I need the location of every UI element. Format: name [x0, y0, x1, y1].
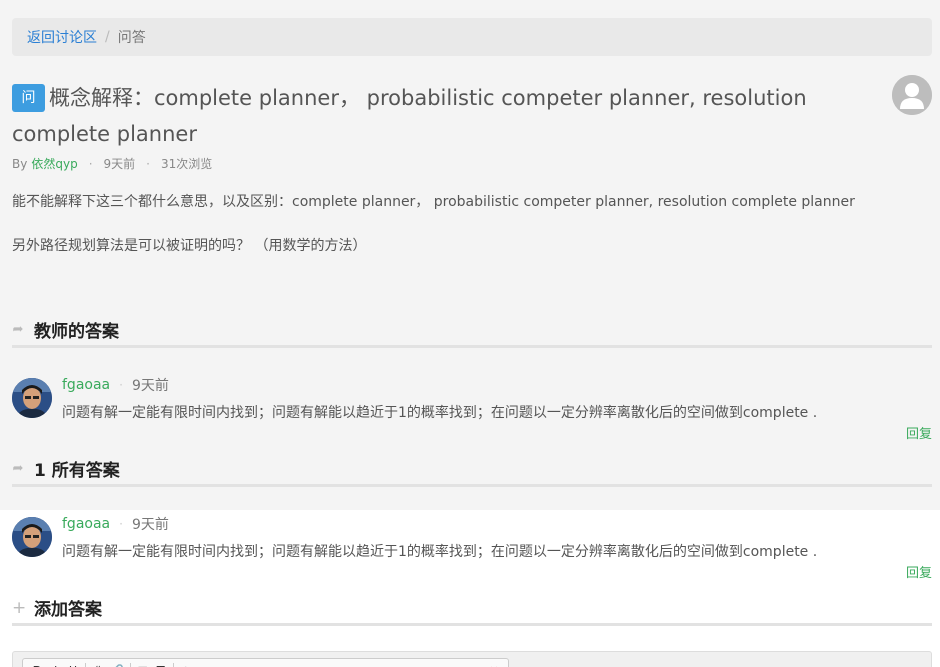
add-answer-header: + 添加答案 [12, 592, 932, 626]
teacher-answer: fgaoaa · 9天前 问题有解一定能有限时间内找到；问题有解能以趋近于1的概… [12, 374, 932, 454]
breadcrumb-current: 问答 [117, 30, 146, 46]
link-button[interactable]: 🔗 [110, 664, 124, 667]
question-time: 9天前 [103, 157, 136, 171]
user-photo-icon [12, 378, 52, 418]
toolbar-divider [85, 663, 86, 667]
answer-author-link[interactable]: fgaoaa [62, 377, 110, 393]
toolbar-divider [129, 663, 131, 667]
editor-toolbar: B I H ❝ 🔗 ▣ ☰ ◉ ✕ [22, 658, 509, 667]
section-title: 1 所有答案 [34, 461, 120, 481]
italic-button[interactable]: I [49, 664, 61, 667]
preview-button[interactable]: ◉ [180, 664, 192, 667]
answer-text: 问题有解一定能有限时间内找到；问题有解能以趋近于1的概率找到；在问题以一定分辨率… [62, 544, 818, 560]
answer-author-link[interactable]: fgaoaa [62, 516, 110, 532]
avatar[interactable] [12, 517, 52, 557]
reply-link[interactable]: 回复 [906, 562, 932, 581]
author-avatar[interactable] [892, 75, 932, 115]
meta-dot: · [146, 156, 150, 171]
question-title: 问概念解释：complete planner， probabilistic co… [12, 80, 872, 152]
user-photo-icon [12, 517, 52, 557]
answer-item: fgaoaa · 9天前 问题有解一定能有限时间内找到；问题有解能以趋近于1的概… [12, 513, 932, 593]
all-answers-header: ➦ 1 所有答案 [12, 453, 932, 487]
list-button[interactable]: ☰ [155, 664, 167, 667]
meta-dot: · [88, 156, 93, 171]
answer-time: 9天前 [131, 378, 169, 394]
question-page: 返回讨论区 / 问答 问概念解释：complete planner， proba… [0, 0, 940, 667]
answer-header: fgaoaa · 9天前 [62, 514, 169, 534]
question-title-text: 概念解释：complete planner， probabilistic com… [12, 86, 807, 146]
reply-link[interactable]: 回复 [906, 423, 932, 442]
default-user-icon [892, 75, 932, 115]
toolbar-divider [172, 663, 174, 667]
quote-button[interactable]: ❝ [92, 664, 104, 667]
question-meta: By 依然qyp · 9天前 · 31次浏览 [12, 155, 212, 172]
section-title: 添加答案 [34, 600, 102, 620]
section-title: 教师的答案 [34, 322, 119, 342]
breadcrumb-separator: / [105, 29, 110, 45]
by-label: By [12, 156, 28, 171]
answer-editor: B I H ❝ 🔗 ▣ ☰ ◉ ✕ [12, 651, 932, 667]
meta-dot: · [119, 517, 123, 531]
author-link[interactable]: 依然qyp [31, 155, 77, 172]
question-body: 能不能解释下这三个都什么意思，以及区别：complete planner， pr… [12, 191, 932, 279]
avatar[interactable] [12, 378, 52, 418]
back-to-forum-link[interactable]: 返回讨论区 [27, 27, 97, 47]
question-paragraph: 另外路径规划算法是可以被证明的吗？ （用数学的方法） [12, 238, 367, 254]
view-count: 31次浏览 [160, 157, 213, 171]
image-button[interactable]: ▣ [137, 664, 149, 667]
share-arrow-icon: ➦ [12, 322, 24, 337]
meta-dot: · [119, 378, 123, 392]
answer-header: fgaoaa · 9天前 [62, 375, 169, 395]
teacher-answer-header: ➦ 教师的答案 [12, 314, 932, 348]
answer-time: 9天前 [131, 517, 169, 533]
bold-button[interactable]: B [31, 664, 43, 667]
question-badge: 问 [12, 84, 45, 112]
share-arrow-icon: ➦ [12, 461, 24, 476]
close-icon[interactable]: ✕ [488, 664, 500, 667]
breadcrumb: 返回讨论区 / 问答 [12, 18, 932, 56]
answer-text: 问题有解一定能有限时间内找到；问题有解能以趋近于1的概率找到；在问题以一定分辨率… [62, 405, 818, 421]
heading-button[interactable]: H [67, 664, 79, 667]
question-paragraph: 能不能解释下这三个都什么意思，以及区别：complete planner， pr… [12, 194, 855, 210]
plus-icon: + [12, 597, 27, 618]
